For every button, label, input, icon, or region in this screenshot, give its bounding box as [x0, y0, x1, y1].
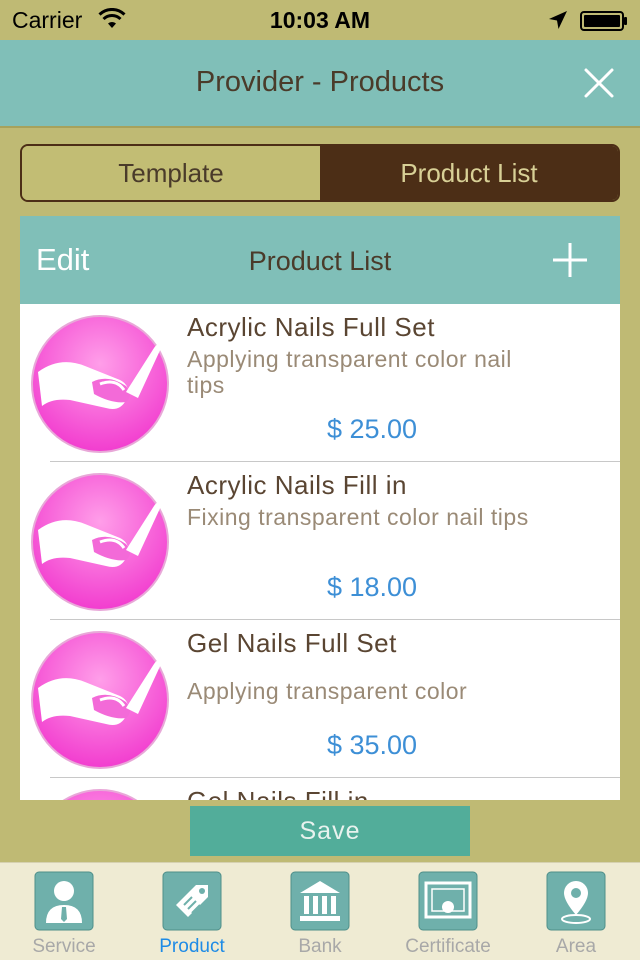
product-list: Acrylic Nails Full Set Applying transpar… [20, 304, 620, 800]
segment-product-list[interactable]: Product List [320, 146, 618, 200]
product-price: $ 35.00 [326, 730, 418, 760]
product-description: Fixing transparent color nail tips [187, 504, 529, 530]
list-item[interactable]: Gel Nails Fill in [20, 778, 620, 800]
product-price: $ 18.00 [326, 572, 418, 602]
page-title: Provider - Products [195, 66, 445, 98]
person-icon [34, 871, 94, 931]
product-description: Applying transparent color nail tips [187, 346, 512, 398]
close-icon[interactable] [580, 64, 618, 102]
tab-label: Area [555, 936, 597, 957]
product-title: Acrylic Nails Fill in [187, 470, 407, 500]
location-pin-icon [546, 871, 606, 931]
status-bar: Carrier 10:03 AM [0, 0, 640, 40]
nail-hand-icon [31, 631, 169, 769]
tab-service[interactable]: Service [0, 863, 128, 960]
tab-label: Product [159, 936, 225, 957]
segmented-control: Template Product List [20, 144, 620, 202]
tab-bar: Service Product Bank Certificate Area [0, 862, 640, 960]
nail-hand-icon [31, 473, 169, 611]
certificate-icon [418, 871, 478, 931]
bank-icon [290, 871, 350, 931]
segment-template[interactable]: Template [22, 146, 320, 200]
nail-hand-icon [31, 315, 169, 453]
save-button[interactable]: Save [190, 806, 470, 856]
tab-product[interactable]: Product [128, 863, 256, 960]
panel-header: Edit Product List [20, 216, 620, 304]
tag-icon [162, 871, 222, 931]
tab-certificate[interactable]: Certificate [384, 863, 512, 960]
panel-title: Product List [248, 246, 392, 276]
tab-label: Certificate [405, 936, 491, 957]
list-item[interactable]: Acrylic Nails Full Set Applying transpar… [20, 304, 620, 462]
tab-label: Service [32, 936, 96, 957]
product-title: Gel Nails Fill in [187, 786, 369, 800]
product-description: Applying transparent color [187, 678, 468, 704]
add-icon[interactable] [550, 240, 590, 280]
list-item[interactable]: Acrylic Nails Fill in Fixing transparent… [20, 462, 620, 620]
product-price: $ 25.00 [326, 414, 418, 444]
status-time: 10:03 AM [269, 7, 371, 33]
nail-hand-icon [62, 789, 138, 800]
battery-icon [580, 11, 627, 31]
tab-label: Bank [298, 936, 342, 957]
tab-bank[interactable]: Bank [256, 863, 384, 960]
list-item[interactable]: Gel Nails Full Set Applying transparent … [20, 620, 620, 778]
product-title: Gel Nails Full Set [187, 628, 397, 658]
product-title: Acrylic Nails Full Set [187, 312, 435, 342]
tab-area[interactable]: Area [512, 863, 640, 960]
location-arrow-icon [549, 11, 567, 29]
product-list-panel: Edit Product List Acrylic Nails Full Set… [20, 216, 620, 800]
navigation-bar: Provider - Products [0, 40, 640, 128]
